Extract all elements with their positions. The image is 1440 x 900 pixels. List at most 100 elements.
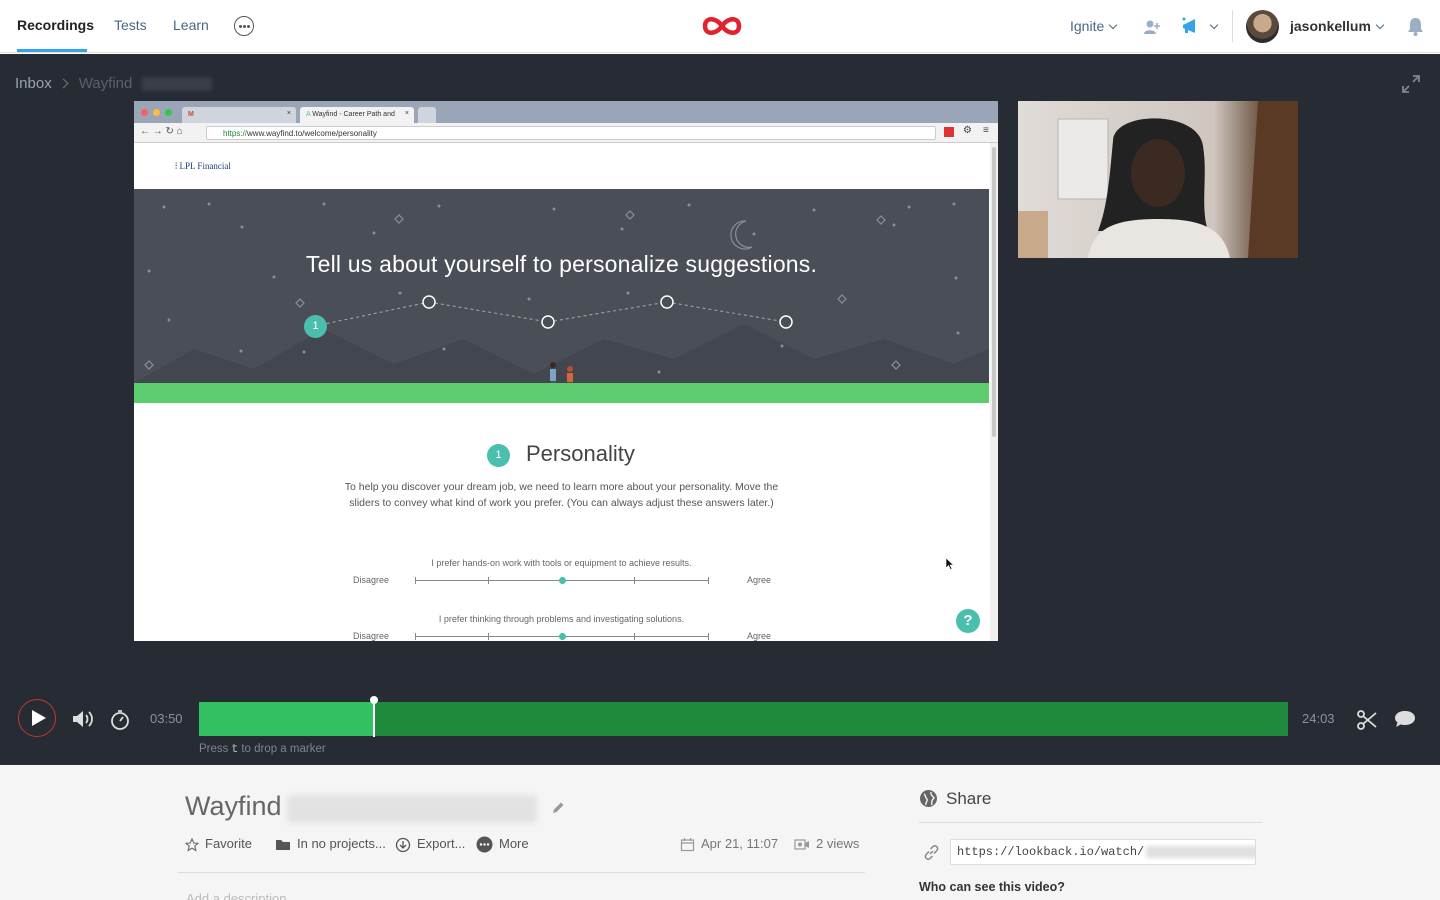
browser-tab-gmail: M ×: [182, 107, 296, 123]
add-user-icon[interactable]: [1143, 18, 1161, 36]
chevron-right-icon: [58, 78, 69, 89]
chevron-down-icon[interactable]: [1209, 20, 1219, 30]
redacted-text: [287, 795, 537, 823]
hero-title: Tell us about yourself to personalize su…: [305, 251, 818, 277]
browser-nav-icons: ← → ↻ ⌂: [140, 126, 183, 137]
download-icon: [395, 837, 411, 852]
volume-icon[interactable]: [71, 709, 95, 729]
bell-icon[interactable]: [1407, 17, 1424, 36]
divider: [1232, 10, 1233, 42]
favorite-button[interactable]: Favorite: [185, 836, 252, 852]
export-button[interactable]: Export...: [395, 836, 465, 853]
gmail-icon: M: [188, 111, 194, 118]
section-title: Personality: [526, 441, 635, 466]
video-stage: Inbox Wayfind M × A Wayfind - Career Path…: [0, 54, 1440, 765]
timeline-played: [199, 702, 374, 736]
extension-icon: [944, 127, 954, 137]
breadcrumb-inbox[interactable]: Inbox: [15, 75, 52, 92]
divider: [178, 872, 865, 873]
playhead[interactable]: [370, 696, 378, 737]
share-link-field[interactable]: https://lookback.io/watch/: [950, 839, 1256, 865]
globe-icon: [920, 790, 937, 807]
slider-label-agree: Agree: [747, 575, 772, 585]
edit-pencil-icon[interactable]: [551, 801, 565, 815]
scissors-icon[interactable]: [1356, 709, 1378, 731]
marker-hint: Press t to drop a marker: [199, 743, 326, 756]
settings-gear-icon: ⚙: [963, 125, 972, 136]
broadcast-icon[interactable]: [1180, 16, 1202, 36]
more-dots-icon: [476, 836, 493, 853]
divider: [919, 822, 1262, 823]
slider-label-agree: Agree: [747, 631, 772, 641]
tab-recordings[interactable]: Recordings: [17, 17, 94, 33]
zoom-dot-icon: [165, 109, 172, 116]
section-description: To help you discover your dream job, we …: [344, 481, 779, 509]
browser-toolbar: ← → ↻ ⌂ https://www.wayfind.to/welcome/p…: [134, 123, 998, 143]
personality-slider[interactable]: [415, 633, 709, 640]
speed-timer-icon[interactable]: [110, 709, 130, 731]
comment-icon[interactable]: [1393, 709, 1417, 729]
active-tab-indicator: [17, 49, 87, 52]
recording-title: Wayfind: [185, 791, 282, 821]
username-menu[interactable]: jasonkellum: [1290, 18, 1385, 34]
lookback-logo-icon[interactable]: [702, 14, 742, 38]
slider-handle[interactable]: [558, 577, 566, 584]
view-count: 2 views: [794, 836, 859, 851]
section-step-badge: 1: [487, 444, 510, 467]
page-scrollbar: [990, 143, 998, 641]
redacted-text: [1146, 845, 1255, 858]
mouse-cursor-icon: [946, 558, 954, 570]
add-description[interactable]: Add a description: [186, 891, 286, 900]
video-camera-icon: [794, 839, 809, 850]
more-button[interactable]: More: [476, 836, 529, 853]
webcam-feed[interactable]: [1018, 101, 1298, 258]
webcam-image: [1018, 101, 1298, 258]
projects-button[interactable]: In no projects...: [275, 836, 386, 851]
org-name: Ignite: [1070, 18, 1105, 34]
slider-label-disagree: Disagree: [353, 631, 390, 641]
avatar[interactable]: [1246, 10, 1279, 43]
address-bar: https://www.wayfind.to/welcome/personali…: [206, 126, 936, 140]
step-indicator: 1: [304, 315, 327, 338]
breadcrumb-current: Wayfind: [78, 75, 133, 92]
recording-date: Apr 21, 11:07: [680, 836, 778, 852]
wayfind-favicon-icon: A: [306, 111, 311, 118]
hero-banner: Tell us about yourself to personalize su…: [134, 189, 989, 403]
close-dot-icon: [141, 109, 148, 116]
breadcrumb: Inbox Wayfind: [15, 75, 213, 92]
grass-strip: [134, 383, 989, 403]
more-menu-icon[interactable]: [234, 16, 254, 36]
total-time: 24:03: [1302, 711, 1335, 726]
calendar-icon: [680, 838, 695, 852]
tab-learn[interactable]: Learn: [173, 17, 209, 33]
minimize-dot-icon: [153, 109, 160, 116]
tab-tests[interactable]: Tests: [114, 17, 147, 33]
close-icon: ×: [286, 110, 291, 117]
fullscreen-icon[interactable]: [1401, 74, 1421, 94]
new-tab-icon: [418, 107, 436, 123]
org-switcher[interactable]: Ignite: [1070, 18, 1118, 34]
slider-handle[interactable]: [558, 633, 566, 640]
slider-label-disagree: Disagree: [353, 575, 390, 585]
share-title: Share: [946, 789, 992, 808]
screen-recording[interactable]: M × A Wayfind - Career Path and × ← → ↻ …: [134, 101, 998, 641]
question-text: I prefer hands-on work with tools or equ…: [431, 558, 692, 568]
play-button[interactable]: [18, 699, 56, 737]
chevron-down-icon: [1109, 20, 1118, 30]
link-icon: [924, 845, 939, 860]
hero-illustration: [134, 202, 989, 403]
chevron-down-icon: [1375, 20, 1385, 30]
star-icon: [185, 837, 199, 852]
timeline-scrubber[interactable]: [199, 702, 1288, 736]
question-text: I prefer thinking through problems and i…: [438, 614, 685, 624]
username: jasonkellum: [1290, 18, 1371, 34]
redacted-text: [142, 77, 213, 92]
personality-slider[interactable]: [415, 577, 709, 584]
lpl-logo: ⫶ LPL Financial: [175, 161, 231, 171]
help-button[interactable]: ?: [956, 609, 980, 633]
page-header: ⫶ LPL Financial: [134, 143, 989, 189]
visibility-heading: Who can see this video?: [919, 880, 1065, 894]
browser-tab-bar: M × A Wayfind - Career Path and ×: [134, 101, 998, 123]
top-navigation: Recordings Tests Learn Ignite jasonkellu…: [0, 0, 1440, 53]
current-time: 03:50: [150, 711, 183, 726]
